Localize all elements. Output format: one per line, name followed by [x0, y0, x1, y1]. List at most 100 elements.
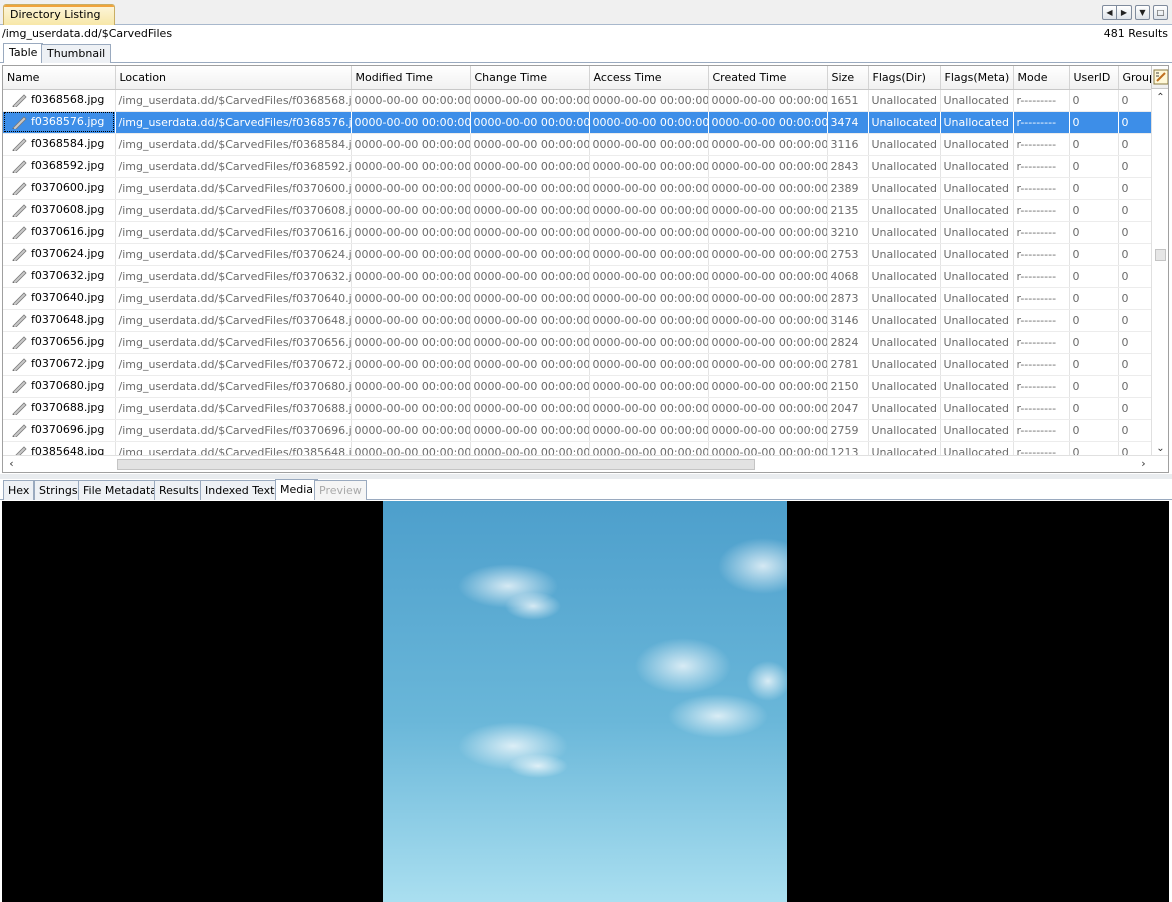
- column-chooser-icon[interactable]: [1151, 66, 1168, 89]
- tab-indexed-text[interactable]: Indexed Text: [200, 480, 280, 500]
- table-row[interactable]: f0370696.jpg/img_userdata.dd/$CarvedFile…: [3, 419, 1154, 442]
- table-row[interactable]: f0370608.jpg/img_userdata.dd/$CarvedFile…: [3, 199, 1154, 222]
- table-row[interactable]: f0368568.jpg/img_userdata.dd/$CarvedFile…: [3, 89, 1154, 112]
- cell-size: 2135: [827, 199, 869, 222]
- table-row[interactable]: f0370672.jpg/img_userdata.dd/$CarvedFile…: [3, 353, 1154, 376]
- table-row[interactable]: f0370600.jpg/img_userdata.dd/$CarvedFile…: [3, 177, 1154, 200]
- horizontal-scrollbar[interactable]: ‹ ›: [3, 455, 1168, 472]
- cell-change-time: 0000-00-00 00:00:00: [470, 199, 590, 222]
- cell-size: 2873: [827, 287, 869, 310]
- column-header-mode[interactable]: Mode: [1013, 66, 1070, 90]
- column-header-userid[interactable]: UserID: [1069, 66, 1119, 90]
- cell-access-time: 0000-00-00 00:00:00: [589, 111, 709, 134]
- column-header-location[interactable]: Location: [115, 66, 352, 90]
- table-row[interactable]: f0370680.jpg/img_userdata.dd/$CarvedFile…: [3, 375, 1154, 398]
- cell-change-time: 0000-00-00 00:00:00: [470, 375, 590, 398]
- cell-created-time: 0000-00-00 00:00:00: [708, 221, 828, 244]
- pencil-file-icon: [12, 270, 27, 283]
- table-row[interactable]: f0368584.jpg/img_userdata.dd/$CarvedFile…: [3, 133, 1154, 156]
- cell-group: 0: [1118, 331, 1154, 354]
- cell-change-time: 0000-00-00 00:00:00: [470, 111, 590, 134]
- column-header-change-time[interactable]: Change Time: [470, 66, 590, 90]
- file-name: f0370648.jpg: [31, 313, 105, 326]
- column-header-size[interactable]: Size: [827, 66, 869, 90]
- cell-flags-meta: Unallocated: [940, 309, 1014, 332]
- cell-size: 2150: [827, 375, 869, 398]
- cell-group: 0: [1118, 243, 1154, 266]
- table-row[interactable]: f0370656.jpg/img_userdata.dd/$CarvedFile…: [3, 331, 1154, 354]
- column-header-flags-dir[interactable]: Flags(Dir): [868, 66, 941, 90]
- chevron-right-icon[interactable]: ▶: [1117, 5, 1132, 20]
- cell-flags-dir: Unallocated: [868, 111, 941, 134]
- cell-flags-dir: Unallocated: [868, 331, 941, 354]
- pencil-file-icon: [12, 358, 27, 371]
- chevron-left-icon[interactable]: ◀: [1102, 5, 1117, 20]
- tab-media[interactable]: Media: [275, 479, 319, 500]
- table-row[interactable]: f0370632.jpg/img_userdata.dd/$CarvedFile…: [3, 265, 1154, 288]
- cell-location: /img_userdata.dd/$CarvedFiles/f0370688.j…: [115, 397, 352, 420]
- horizontal-scroll-thumb[interactable]: [117, 459, 755, 470]
- tab-table[interactable]: Table: [3, 43, 44, 63]
- cell-flags-meta: Unallocated: [940, 243, 1014, 266]
- tab-results[interactable]: Results: [154, 480, 204, 500]
- column-header-flags-meta[interactable]: Flags(Meta): [940, 66, 1014, 90]
- cell-flags-dir: Unallocated: [868, 287, 941, 310]
- cell-change-time: 0000-00-00 00:00:00: [470, 309, 590, 332]
- pencil-file-icon: [12, 182, 27, 195]
- cell-access-time: 0000-00-00 00:00:00: [589, 177, 709, 200]
- cell-modified-time: 0000-00-00 00:00:00: [351, 265, 471, 288]
- cell-flags-meta: Unallocated: [940, 375, 1014, 398]
- cell-modified-time: 0000-00-00 00:00:00: [351, 155, 471, 178]
- file-name: f0370624.jpg: [31, 247, 105, 260]
- table-row[interactable]: f0368592.jpg/img_userdata.dd/$CarvedFile…: [3, 155, 1154, 178]
- table-row[interactable]: f0368576.jpg/img_userdata.dd/$CarvedFile…: [3, 111, 1154, 134]
- cell-change-time: 0000-00-00 00:00:00: [470, 331, 590, 354]
- cell-location: /img_userdata.dd/$CarvedFiles/f0370632.j…: [115, 265, 352, 288]
- cell-flags-dir: Unallocated: [868, 177, 941, 200]
- maximize-icon[interactable]: □: [1153, 5, 1168, 20]
- cell-size: 2759: [827, 419, 869, 442]
- scroll-right-arrow-icon[interactable]: ›: [1137, 457, 1150, 471]
- cell-flags-meta: Unallocated: [940, 419, 1014, 442]
- column-header-name[interactable]: Name: [3, 66, 116, 90]
- tab-file-metadata[interactable]: File Metadata: [78, 480, 162, 500]
- cell-change-time: 0000-00-00 00:00:00: [470, 353, 590, 376]
- tab-thumbnail[interactable]: Thumbnail: [41, 44, 112, 63]
- tab-strings[interactable]: Strings: [34, 480, 83, 500]
- cell-mode: r---------: [1013, 221, 1070, 244]
- cell-location: /img_userdata.dd/$CarvedFiles/f0368584.j…: [115, 133, 352, 156]
- cell-group: 0: [1118, 375, 1154, 398]
- cell-modified-time: 0000-00-00 00:00:00: [351, 287, 471, 310]
- column-header-group[interactable]: Group: [1118, 66, 1154, 90]
- vertical-scrollbar[interactable]: ⌃ ⌄: [1151, 89, 1168, 457]
- file-name-cell: f0368568.jpg: [3, 89, 116, 112]
- cell-userid: 0: [1069, 221, 1119, 244]
- table-row[interactable]: f0370640.jpg/img_userdata.dd/$CarvedFile…: [3, 287, 1154, 310]
- dropdown-arrow-icon[interactable]: ▼: [1135, 5, 1150, 20]
- cell-modified-time: 0000-00-00 00:00:00: [351, 353, 471, 376]
- column-header-access-time[interactable]: Access Time: [589, 66, 709, 90]
- table-row[interactable]: f0370624.jpg/img_userdata.dd/$CarvedFile…: [3, 243, 1154, 266]
- directory-listing-tab[interactable]: Directory Listing: [3, 4, 115, 25]
- column-header-created-time[interactable]: Created Time: [708, 66, 828, 90]
- cell-mode: r---------: [1013, 243, 1070, 266]
- table-row[interactable]: f0370616.jpg/img_userdata.dd/$CarvedFile…: [3, 221, 1154, 244]
- view-tabs: Table Thumbnail: [0, 43, 1172, 63]
- cell-group: 0: [1118, 287, 1154, 310]
- scroll-down-arrow-icon[interactable]: ⌄: [1154, 442, 1167, 455]
- tab-hex[interactable]: Hex: [3, 480, 35, 500]
- cell-flags-meta: Unallocated: [940, 287, 1014, 310]
- scroll-left-arrow-icon[interactable]: ‹: [5, 457, 18, 471]
- vertical-scroll-thumb[interactable]: [1155, 249, 1166, 261]
- cell-flags-meta: Unallocated: [940, 177, 1014, 200]
- cell-userid: 0: [1069, 133, 1119, 156]
- cell-modified-time: 0000-00-00 00:00:00: [351, 111, 471, 134]
- cell-mode: r---------: [1013, 353, 1070, 376]
- cell-flags-dir: Unallocated: [868, 199, 941, 222]
- scroll-up-arrow-icon[interactable]: ⌃: [1154, 91, 1167, 104]
- tab-preview: Preview: [314, 480, 367, 500]
- table-row[interactable]: f0370688.jpg/img_userdata.dd/$CarvedFile…: [3, 397, 1154, 420]
- column-header-modified-time[interactable]: Modified Time: [351, 66, 471, 90]
- cell-size: 3210: [827, 221, 869, 244]
- table-row[interactable]: f0370648.jpg/img_userdata.dd/$CarvedFile…: [3, 309, 1154, 332]
